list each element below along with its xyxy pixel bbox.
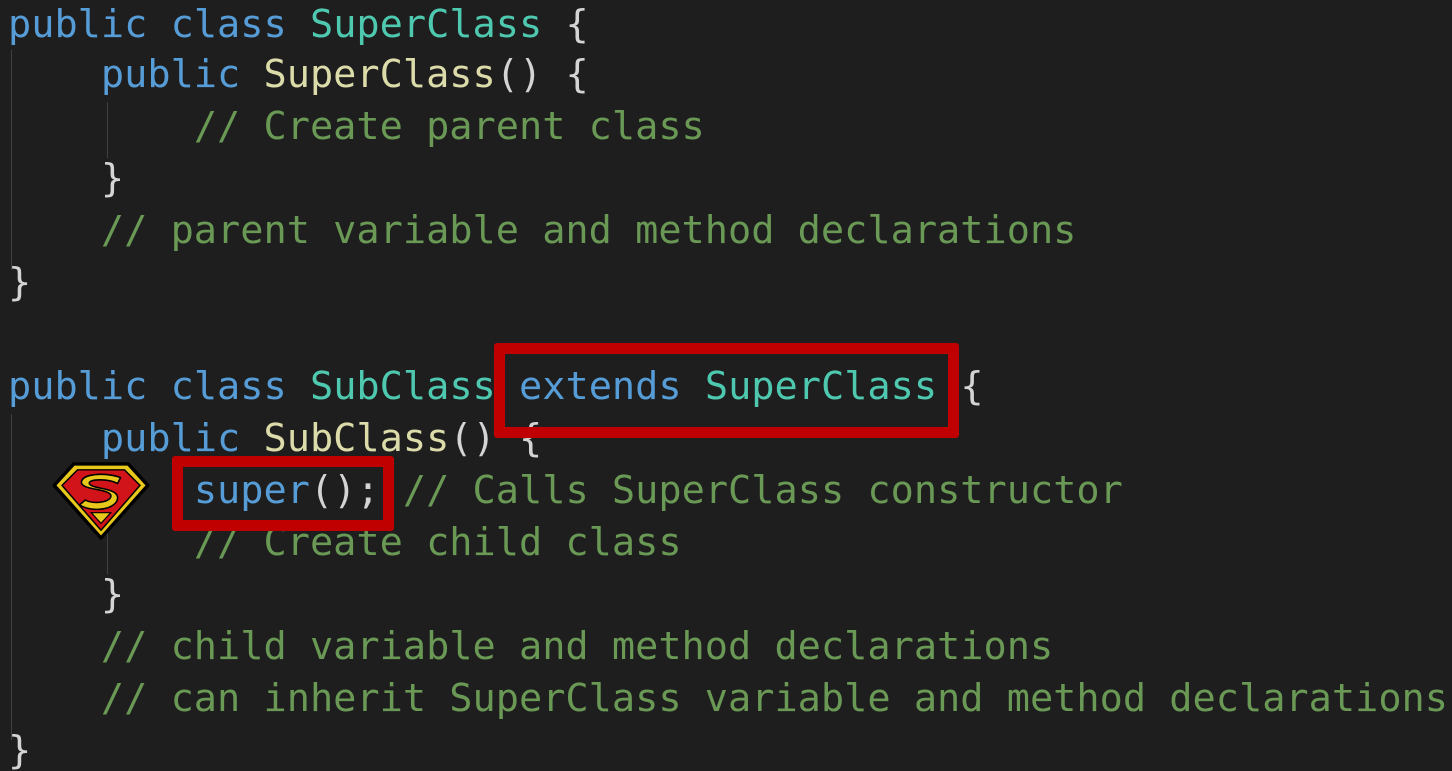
- close-brace: }: [100, 156, 125, 201]
- code-line-13: // can inherit SuperClass variable and m…: [8, 673, 1448, 725]
- code-line-12: // child variable and method declaration…: [8, 621, 1053, 673]
- keyword-class: class: [170, 2, 287, 47]
- code-editor: public class SuperClass { public SuperCl…: [0, 0, 1452, 771]
- code-line-4: }: [8, 153, 124, 205]
- code-line-14: }: [8, 725, 31, 771]
- keyword-public: public: [8, 364, 148, 409]
- code-line-3: // Create parent class: [8, 101, 705, 153]
- code-line-1: public class SuperClass {: [8, 0, 589, 51]
- comment-child-declarations: // child variable and method declaration…: [100, 624, 1054, 669]
- constructor-parens: () {: [495, 52, 589, 97]
- comment-parent-declarations: // parent variable and method declaratio…: [100, 208, 1077, 253]
- code-line-6: }: [8, 257, 31, 309]
- code-line-5: // parent variable and method declaratio…: [8, 205, 1077, 257]
- close-brace: }: [8, 728, 32, 771]
- close-brace: }: [100, 572, 125, 617]
- code-line-11: }: [8, 569, 124, 621]
- close-brace: }: [8, 260, 32, 305]
- open-brace: {: [960, 364, 984, 409]
- comment-create-parent: // Create parent class: [193, 104, 705, 149]
- constructor-name-superclass: SuperClass: [263, 52, 496, 97]
- class-name-subclass: SubClass: [309, 364, 496, 409]
- comment-inherit-declarations: // can inherit SuperClass variable and m…: [100, 676, 1449, 721]
- keyword-class: class: [170, 364, 287, 409]
- extends-highlight-box: [494, 343, 959, 438]
- class-name-superclass: SuperClass: [309, 2, 543, 47]
- open-brace: {: [565, 2, 589, 47]
- keyword-public: public: [100, 416, 241, 461]
- superman-shield-icon: [52, 462, 150, 540]
- constructor-name-subclass: SubClass: [263, 416, 450, 461]
- code-line-2: public SuperClass() {: [8, 49, 589, 101]
- super-call-highlight-box: [172, 456, 394, 531]
- keyword-public: public: [100, 52, 241, 97]
- comment-calls-superclass: // Calls SuperClass constructor: [402, 468, 1123, 513]
- keyword-public: public: [8, 2, 148, 47]
